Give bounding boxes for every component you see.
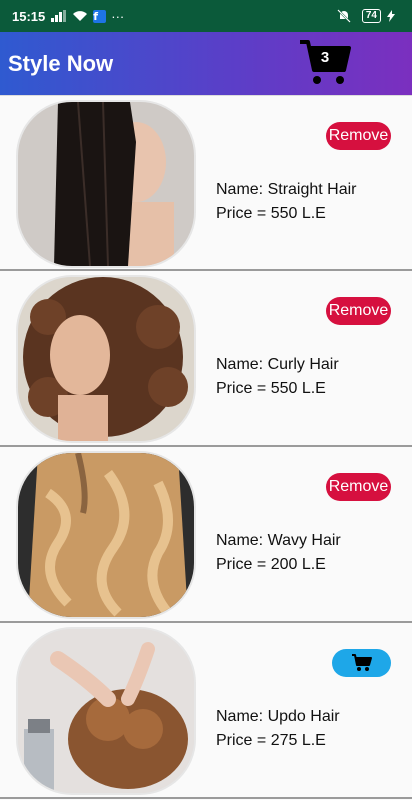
updo-hair-image — [18, 629, 194, 793]
product-price: Price = 200 L.E — [216, 556, 326, 573]
wifi-icon — [72, 10, 88, 22]
remove-button[interactable]: Remove — [326, 297, 391, 325]
product-name: Name: Wavy Hair — [216, 532, 341, 549]
cart-count-badge: 3 — [320, 49, 330, 66]
mute-icon — [337, 9, 351, 23]
straight-hair-image — [18, 102, 194, 266]
list-item: Name: Updo Hair Price = 275 L.E — [0, 623, 412, 799]
charging-icon — [387, 10, 395, 22]
add-to-cart-icon — [351, 654, 372, 671]
remove-button[interactable]: Remove — [326, 473, 391, 501]
status-time: 15:15 — [12, 8, 46, 24]
product-name: Name: Straight Hair — [216, 181, 357, 198]
app-bar: Style Now 3 — [0, 32, 412, 95]
product-name: Name: Updo Hair — [216, 708, 340, 725]
signal-icon — [51, 10, 67, 22]
curly-hair-image — [18, 277, 194, 441]
add-to-cart-button[interactable] — [332, 649, 391, 677]
list-item: Remove Name: Curly Hair Price = 550 L.E — [0, 271, 412, 447]
product-price: Price = 275 L.E — [216, 732, 326, 749]
wavy-hair-image — [18, 453, 194, 617]
cart-button[interactable]: 3 — [298, 38, 352, 88]
status-bar: 15:15 f ··· 74 — [0, 0, 412, 32]
facebook-icon: f — [93, 9, 107, 23]
app-title: Style Now — [8, 50, 114, 76]
list-item: Remove Name: Straight Hair Price = 550 L… — [0, 95, 412, 271]
product-price: Price = 550 L.E — [216, 205, 326, 222]
product-price: Price = 550 L.E — [216, 380, 326, 397]
battery-level: 74 — [361, 9, 381, 23]
more-notifications: ··· — [111, 8, 125, 24]
product-name: Name: Curly Hair — [216, 356, 339, 373]
remove-button[interactable]: Remove — [326, 122, 391, 150]
list-item: Remove Name: Wavy Hair Price = 200 L.E — [0, 447, 412, 623]
product-list: Remove Name: Straight Hair Price = 550 L… — [0, 95, 412, 799]
